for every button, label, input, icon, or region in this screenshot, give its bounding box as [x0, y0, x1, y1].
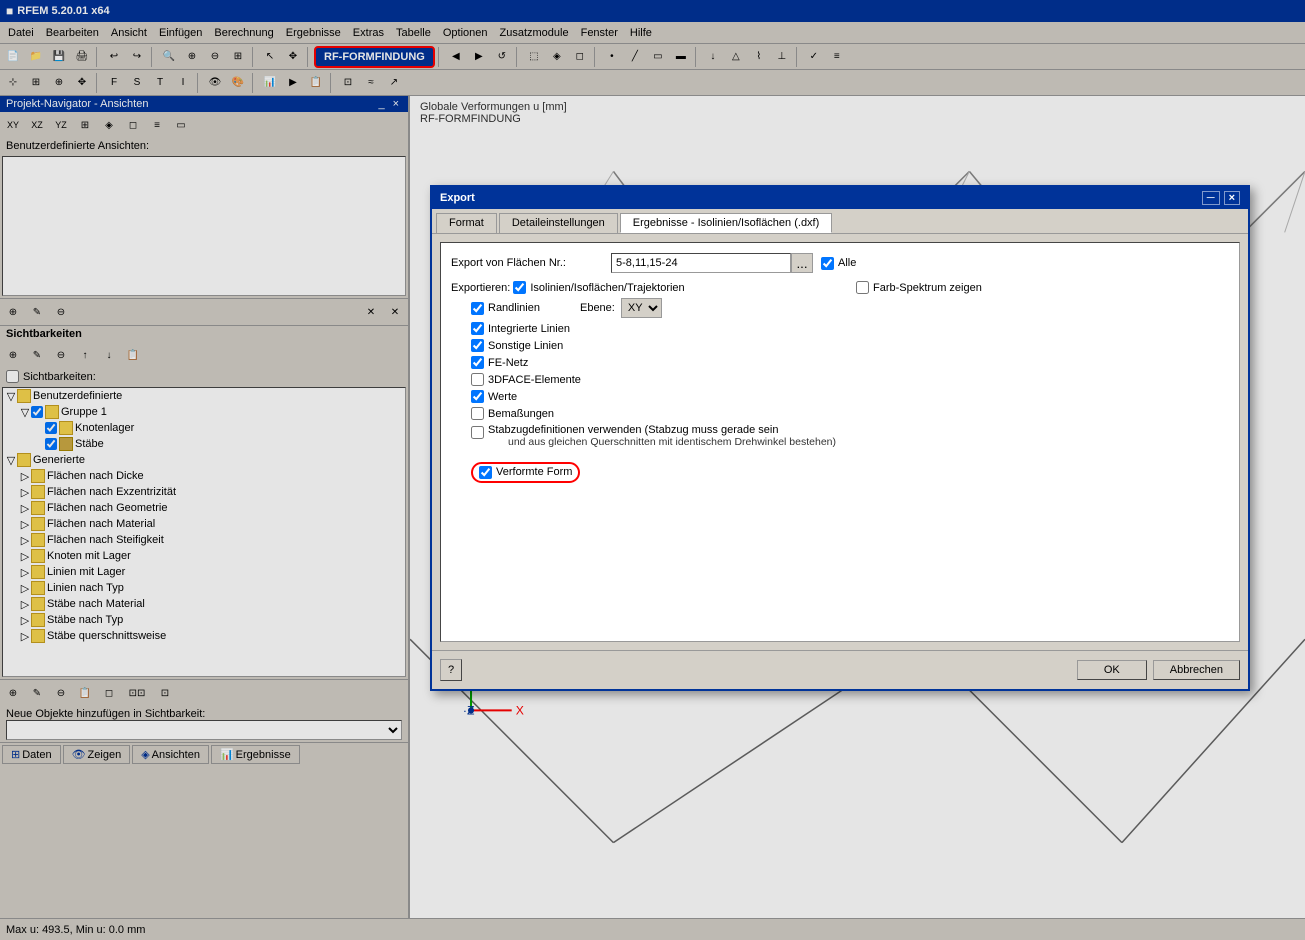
export-flaechen-label: Export von Flächen Nr.:: [451, 257, 611, 269]
abbrechen-button[interactable]: Abbrechen: [1153, 660, 1240, 680]
modal-content: Export von Flächen Nr.: ... Alle Exporti…: [432, 234, 1248, 650]
cb-fen-row: FE-Netz: [451, 356, 836, 369]
modal-title-buttons: ─ ×: [1202, 191, 1240, 205]
modal-title-text: Export: [440, 192, 475, 204]
modal-inner: Export von Flächen Nr.: ... Alle Exporti…: [440, 242, 1240, 642]
modal-title-bar: Export ─ ×: [432, 187, 1248, 209]
cb-fen[interactable]: [471, 356, 484, 369]
exportieren-label-row: Exportieren: Isolinien/Isoflächen/Trajek…: [451, 281, 836, 294]
cb-3df[interactable]: [471, 373, 484, 386]
cb-son-label[interactable]: Sonstige Linien: [471, 339, 563, 352]
cb-son[interactable]: [471, 339, 484, 352]
cb-int-row: Integrierte Linien: [451, 322, 836, 335]
ebene-label: Ebene:: [580, 302, 615, 314]
cb-rand-row: Randlinien Ebene: XY XZ YZ: [451, 298, 836, 318]
ebene-select[interactable]: XY XZ YZ: [621, 298, 662, 318]
cb-son-row: Sonstige Linien: [451, 339, 836, 352]
cb-iso-label[interactable]: Isolinien/Isoflächen/Trajektorien: [513, 281, 684, 294]
export-dialog: Export ─ × Format Detaileinstellungen Er…: [430, 185, 1250, 691]
cb-bem-label[interactable]: Bemaßungen: [471, 407, 554, 420]
cb-wer-label[interactable]: Werte: [471, 390, 517, 403]
cb-int-label[interactable]: Integrierte Linien: [471, 322, 570, 335]
cb-3df-row: 3DFACE-Elemente: [451, 373, 836, 386]
modal-footer: ? OK Abbrechen: [432, 650, 1248, 689]
cb-bem[interactable]: [471, 407, 484, 420]
verformte-label: Verformte Form: [496, 466, 572, 478]
export-flaechen-picker-btn[interactable]: ...: [791, 253, 813, 273]
cb-farb-row: Farb-Spektrum zeigen: [856, 281, 982, 294]
help-button[interactable]: ?: [440, 659, 462, 681]
ok-button[interactable]: OK: [1077, 660, 1147, 680]
cb-fen-label[interactable]: FE-Netz: [471, 356, 528, 369]
modal-minimize-btn[interactable]: ─: [1202, 191, 1220, 205]
cb-stab-label[interactable]: Stabzugdefinitionen verwenden (Stabzug m…: [471, 424, 836, 450]
cb-wer[interactable]: [471, 390, 484, 403]
cb-int[interactable]: [471, 322, 484, 335]
stabzug-note2: und aus gleichen Querschnitten mit ident…: [508, 436, 836, 448]
alle-label: Alle: [838, 257, 856, 269]
cb-farb-label[interactable]: Farb-Spektrum zeigen: [856, 281, 982, 294]
modal-overlay: Export ─ × Format Detaileinstellungen Er…: [0, 0, 1305, 940]
export-flaechen-row: Export von Flächen Nr.: ... Alle: [451, 253, 1229, 273]
cb-rand-label[interactable]: Randlinien: [471, 302, 540, 315]
cb-farb[interactable]: [856, 281, 869, 294]
tab-bar: Format Detaileinstellungen Ergebnisse - …: [432, 209, 1248, 234]
export-flaechen-input[interactable]: [611, 253, 791, 273]
cb-3df-label[interactable]: 3DFACE-Elemente: [471, 373, 581, 386]
cb-bem-row: Bemaßungen: [451, 407, 836, 420]
cb-stab-row: Stabzugdefinitionen verwenden (Stabzug m…: [451, 424, 836, 450]
verformte-circle: Verformte Form: [471, 462, 580, 483]
cb-iso[interactable]: [513, 281, 526, 294]
cb-wer-row: Werte: [451, 390, 836, 403]
tab-format[interactable]: Format: [436, 213, 497, 233]
modal-close-btn[interactable]: ×: [1224, 191, 1240, 205]
tab-ergebnisse-iso[interactable]: Ergebnisse - Isolinien/Isoflächen (.dxf): [620, 213, 832, 233]
exportieren-label: Exportieren:: [451, 282, 510, 294]
cb-rand[interactable]: [471, 302, 484, 315]
cb-stab[interactable]: [471, 426, 484, 439]
tab-detaileinstellungen[interactable]: Detaileinstellungen: [499, 213, 618, 233]
export-section: Exportieren: Isolinien/Isoflächen/Trajek…: [451, 281, 1229, 483]
alle-checkbox[interactable]: [821, 257, 834, 270]
verformte-form-row: Verformte Form: [451, 462, 1229, 483]
verformte-checkbox[interactable]: [479, 466, 492, 479]
